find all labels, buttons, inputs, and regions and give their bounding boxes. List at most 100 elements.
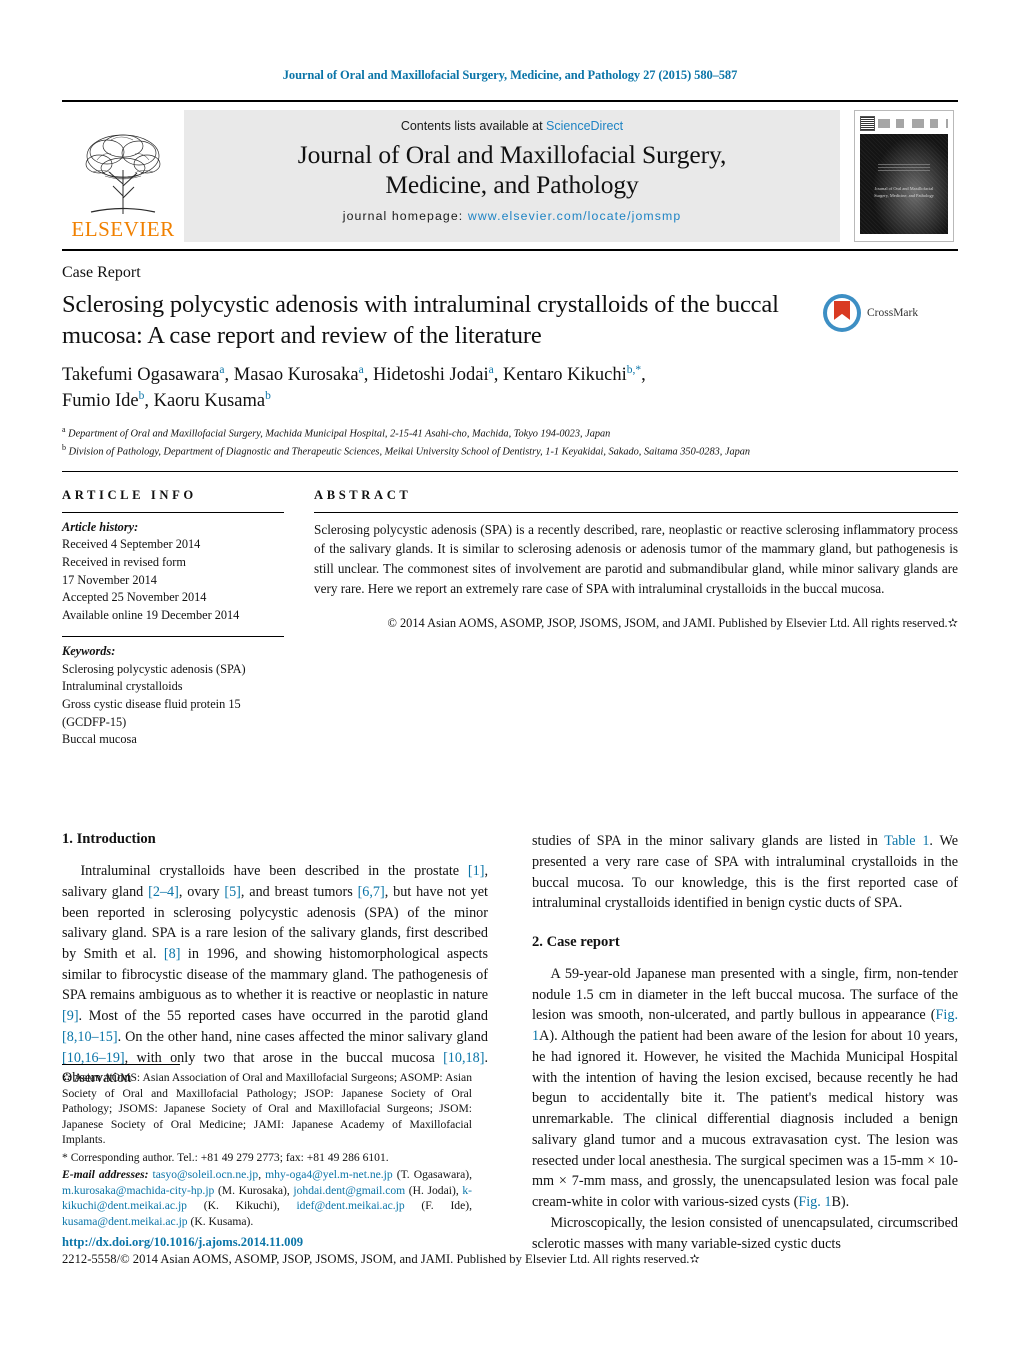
sciencedirect-link[interactable]: ScienceDirect [546, 119, 623, 133]
journal-cover-thumbnail: Journal of Oral and Maxillofacial Surger… [854, 110, 954, 242]
keywords-rule [62, 635, 284, 637]
email-link-0[interactable]: tasyo@soleil.ocn.ne.jp [153, 1168, 259, 1181]
info-abstract-row: ARTICLE INFO Article history: Received 4… [62, 488, 958, 749]
section-heading-introduction: 1. Introduction [62, 831, 156, 848]
article-history-block: Article history: Received 4 September 20… [62, 519, 284, 625]
email-owner-5: (F. Ide) [421, 1199, 470, 1213]
t: , ovary [178, 883, 225, 900]
doi-link[interactable]: http://dx.doi.org/10.1016/j.ajoms.2014.1… [62, 1235, 958, 1250]
t: Intraluminal crystalloids have been desc… [80, 863, 468, 880]
keyword-2: Gross cystic disease fluid protein 15 [62, 696, 241, 711]
paragraph-intro-continued: studies of SPA in the minor salivary gla… [532, 831, 958, 914]
t: . Most of the 55 reported cases have occ… [78, 1008, 488, 1025]
citation-9[interactable]: [9] [62, 1008, 79, 1024]
paragraph-intro-1: Intraluminal crystalloids have been desc… [62, 861, 488, 1089]
affiliation-a: a Department of Oral and Maxillofacial S… [62, 424, 958, 442]
title-row: Sclerosing polycystic adenosis with intr… [62, 289, 958, 351]
homepage-label: journal homepage: [342, 208, 464, 223]
citation-8-10-15[interactable]: [8,10–15] [62, 1029, 118, 1045]
t: , and breast tumors [240, 883, 358, 900]
page-footer: http://dx.doi.org/10.1016/j.ajoms.2014.1… [62, 1235, 958, 1267]
citation-6-7[interactable]: [6,7] [358, 884, 385, 900]
article-head-rule [62, 470, 958, 472]
cover-artwork: Journal of Oral and Maxillofacial Surger… [860, 134, 948, 234]
abstract-column: ABSTRACT Sclerosing polycystic adenosis … [314, 488, 958, 749]
author-3: , Hidetoshi Jodai [363, 365, 489, 386]
affiliation-b-marker: b [62, 442, 66, 452]
email-link-2[interactable]: m.kurosaka@machida-city-hp.jp [62, 1184, 214, 1197]
footnote-emails: E-mail addresses: tasyo@soleil.ocn.ne.jp… [62, 1168, 473, 1228]
affiliation-a-marker: a [62, 424, 66, 434]
journal-cover-block: Journal of Oral and Maxillofacial Surger… [840, 110, 958, 242]
email-link-1[interactable]: mhy-oga4@yel.m-net.ne.jp [265, 1168, 393, 1181]
author-list: Takefumi Ogasawaraa, Masao Kurosakaa, Hi… [62, 364, 646, 412]
fig-1b-link[interactable]: Fig. 1 [798, 1194, 831, 1210]
footnotes-block: ✫ Asian AOMS: Asian Association of Oral … [62, 1064, 472, 1229]
keywords-label: Keywords: [62, 643, 116, 658]
citation-1[interactable]: [1] [468, 863, 485, 879]
email-owner-2: (M. Kurosaka) [217, 1183, 287, 1197]
elsevier-tree-icon [85, 134, 161, 214]
crossmark-label: CrossMark [867, 307, 919, 319]
citation-8[interactable]: [8] [164, 946, 181, 962]
author-2: , Masao Kurosaka [224, 365, 359, 386]
cover-caption-line-1: Journal of Oral and Maxillofacial [874, 186, 934, 191]
crossmark-icon [823, 294, 861, 332]
cover-header-text-placeholder [878, 119, 948, 128]
cover-caption-line-2: Surgery, Medicine, and Pathology [874, 192, 934, 198]
affiliation-a-text: Department of Oral and Maxillofacial Sur… [68, 427, 611, 439]
article-info-heading: ARTICLE INFO [62, 487, 197, 502]
affiliation-b-text: Division of Pathology, Department of Dia… [68, 446, 751, 458]
keyword-1: Intraluminal crystalloids [62, 679, 183, 694]
cover-caption: Journal of Oral and Maxillofacial Surger… [867, 186, 941, 199]
keyword-4: Buccal mucosa [62, 732, 137, 747]
keyword-0: Sclerosing polycystic adenosis (SPA) [62, 661, 246, 676]
t: A 59-year-old Japanese man presented wit… [532, 966, 958, 1024]
journal-masthead: ELSEVIER Contents lists available at Sci… [62, 100, 958, 242]
history-item-4: Available online 19 December 2014 [62, 608, 240, 623]
footnote-rule [62, 1064, 180, 1065]
t: studies of SPA in the minor salivary gla… [532, 833, 885, 850]
citation-5[interactable]: [5] [224, 884, 241, 900]
author-5: Fumio Ide [62, 391, 139, 412]
footnote-corresponding-author: * Corresponding author. Tel.: +81 49 279… [62, 1150, 389, 1164]
table-1-link[interactable]: Table 1 [884, 833, 929, 849]
section-heading-case-report: 2. Case report [532, 934, 620, 950]
email-owner-3: (H. Jodai) [408, 1183, 456, 1197]
abstract-copyright: © 2014 Asian AOMS, ASOMP, JSOP, JSOMS, J… [387, 616, 958, 631]
email-link-6[interactable]: kusama@dent.meikai.ac.jp [62, 1215, 188, 1228]
affiliation-b: b Division of Pathology, Department of D… [62, 442, 958, 460]
paper-page: Journal of Oral and Maxillofacial Surger… [0, 0, 1020, 1351]
cover-society-logo-icon [860, 116, 875, 131]
elsevier-logo: ELSEVIER [62, 110, 184, 242]
issn-copyright-line: 2212-5558/© 2014 Asian AOMS, ASOMP, JSOP… [62, 1252, 700, 1266]
citation-2-4[interactable]: [2–4] [148, 884, 179, 900]
history-item-3: Accepted 25 November 2014 [62, 590, 207, 605]
article-type-label: Case Report [62, 264, 141, 281]
footnote-societies: ✫ Asian AOMS: Asian Association of Oral … [62, 1071, 472, 1147]
author-4: , Kentaro Kikuchi [493, 365, 627, 386]
abstract-heading: ABSTRACT [314, 487, 412, 502]
masthead-center: Contents lists available at ScienceDirec… [184, 110, 840, 242]
history-item-0: Received 4 September 2014 [62, 537, 201, 552]
right-column: studies of SPA in the minor salivary gla… [532, 831, 958, 1254]
email-owner-6: (K. Kusama) [190, 1214, 251, 1228]
corresponding-author-marker: * [635, 364, 642, 377]
affiliation-list: a Department of Oral and Maxillofacial S… [62, 424, 958, 460]
keywords-block: Keywords: Sclerosing polycystic adenosis… [62, 643, 284, 749]
email-link-5[interactable]: idef@dent.meikai.ac.jp [296, 1199, 404, 1212]
email-owner-1: (T. Ogasawara) [396, 1168, 470, 1182]
keyword-3: (GCDFP-15) [62, 714, 127, 729]
article-info-rule [62, 511, 284, 513]
contents-prefix: Contents lists available at [400, 119, 547, 133]
crossmark-badge[interactable]: CrossMark [822, 289, 954, 333]
history-item-1: Received in revised form [62, 555, 186, 570]
email-link-3[interactable]: johdai.dent@gmail.com [293, 1184, 405, 1197]
journal-title: Journal of Oral and Maxillofacial Surger… [194, 140, 830, 200]
homepage-url-link[interactable]: www.elsevier.com/locate/jomsmp [468, 209, 681, 223]
article-history-label: Article history: [62, 519, 139, 534]
contents-line: Contents lists available at ScienceDirec… [194, 119, 830, 133]
paragraph-case-1: A 59-year-old Japanese man presented wit… [532, 964, 958, 1213]
author-1: Takefumi Ogasawara [62, 365, 220, 386]
